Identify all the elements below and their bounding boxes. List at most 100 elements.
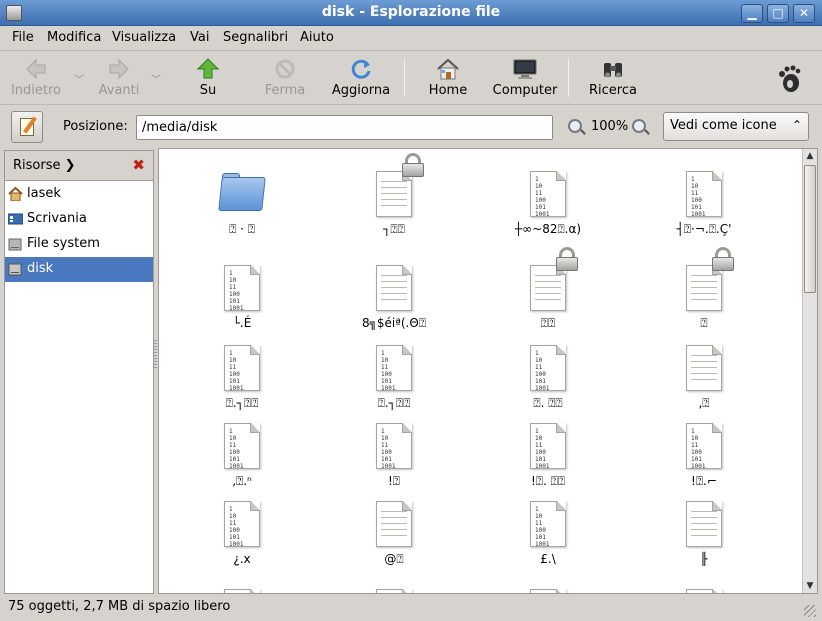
view-mode-value: Vedi come icone (670, 118, 777, 133)
text-file-icon (680, 341, 728, 393)
resize-grip-icon[interactable] (804, 605, 816, 617)
file-name: ┐⍰⍰ (383, 222, 405, 236)
file-name: ⍰ (700, 316, 708, 330)
close-button[interactable]: ✕ (793, 4, 815, 23)
sidebar: Risorse ❯ ✖ lasek Scrivania File system … (4, 150, 154, 594)
file-item[interactable]: 1 10 11 100 101 1001 ⍰. ⍰⍰ (473, 341, 623, 411)
file-item[interactable]: 1 10 11 100 101 1001 !⍰. ⍰⍰ (473, 419, 623, 489)
file-item[interactable]: ⍰ (629, 247, 779, 331)
sidebar-type-select[interactable]: Risorse ❯ (13, 158, 76, 173)
status-text: 75 oggetti, 2,7 MB di spazio libero (8, 599, 231, 614)
toggle-location-entry-button[interactable] (11, 111, 43, 143)
file-icon (218, 585, 266, 593)
text-file-icon (680, 247, 734, 313)
updown-chevron-icon: ⌃ (791, 118, 802, 132)
file-name: £.\ (540, 552, 556, 566)
file-name: ⍰⍰ (540, 316, 556, 330)
menu-vai[interactable]: Vai (190, 30, 209, 45)
text-file-icon (370, 261, 418, 313)
binary-file-icon: 1 10 11 100 101 1001 (680, 419, 728, 471)
file-item[interactable]: 1 10 11 100 101 1001 £.\ (473, 497, 623, 566)
file-item[interactable]: ⍰ · ⍰ (167, 167, 317, 237)
minimize-button[interactable]: ▁ (741, 4, 763, 23)
toolbar-separator (568, 59, 569, 97)
maximize-button[interactable]: □ (767, 4, 789, 23)
view-mode-select[interactable]: Vedi come icone ⌃ (663, 112, 809, 141)
file-name: ¿.x (233, 552, 251, 566)
menu-bar: File Modifica Visualizza Vai Segnalibri … (0, 26, 822, 50)
file-item[interactable]: 1 10 11 100 101 1001 ,⍰.ⁿ (167, 419, 317, 489)
file-item[interactable]: ╟ (629, 497, 779, 566)
menu-file[interactable]: File (12, 30, 34, 45)
file-item-partial[interactable] (473, 585, 623, 593)
file-item[interactable]: ⍰⍰ (473, 247, 623, 331)
file-name: !⍰.⌐ (691, 474, 717, 488)
binary-file-icon: 1 10 11 100 101 1001 (524, 497, 572, 549)
text-file-icon (524, 247, 578, 313)
file-item[interactable]: 1 10 11 100 101 1001 └.É (167, 261, 317, 330)
file-item[interactable]: 1 10 11 100 101 1001 ⍰.┐⍰⍰ (167, 341, 317, 411)
menu-segnalibri[interactable]: Segnalibri (223, 30, 288, 45)
scrollbar-thumb[interactable] (804, 165, 816, 293)
file-name: ╟ (700, 552, 708, 566)
lock-icon (556, 247, 578, 271)
menu-aiuto[interactable]: Aiuto (300, 30, 334, 45)
up-arrow-icon (196, 57, 220, 81)
file-item-partial[interactable] (319, 585, 469, 593)
scroll-down-icon[interactable]: ▼ (803, 579, 817, 593)
lock-icon (402, 153, 424, 177)
zoom-out-icon[interactable] (568, 119, 582, 133)
stop-button[interactable]: Ferma (262, 51, 308, 103)
zoom-level[interactable]: 100% (591, 119, 628, 134)
forward-history-chevron-icon[interactable]: ﹀ (151, 71, 161, 86)
binary-file-icon: 1 10 11 100 101 1001 (218, 261, 266, 313)
binoculars-icon (601, 57, 625, 81)
file-item-partial[interactable] (629, 585, 779, 593)
file-name: ,⍰.ⁿ (232, 474, 252, 488)
gnome-foot-icon (776, 65, 802, 93)
pane-splitter-handle[interactable] (154, 340, 157, 370)
location-input[interactable] (136, 115, 553, 140)
file-item[interactable]: ,⍰ (629, 341, 779, 411)
file-item[interactable]: 1 10 11 100 101 1001 ┤⍰·¬.⍰.Ç' (629, 167, 779, 237)
text-file-icon (680, 497, 728, 549)
menu-visualizza[interactable]: Visualizza (112, 30, 176, 45)
file-item[interactable]: 1 10 11 100 101 1001 ⍰.┐⍰⍰ (319, 341, 469, 411)
computer-button[interactable]: Computer (490, 51, 560, 103)
file-item-partial[interactable] (167, 585, 317, 593)
file-item[interactable]: ┐⍰⍰ (319, 153, 469, 237)
desktop-icon (7, 212, 24, 226)
back-history-chevron-icon[interactable]: ﹀ (74, 71, 84, 86)
reload-button[interactable]: Aggiorna (330, 51, 392, 103)
sidebar-item-file-system[interactable]: File system (5, 232, 153, 257)
file-name: ┼∞~82⍰.α) (514, 222, 582, 236)
forward-arrow-icon (107, 57, 131, 81)
up-button[interactable]: Su (188, 51, 228, 103)
file-item[interactable]: 8╗$éiª(.Θ⍰ (319, 261, 469, 331)
scroll-up-icon[interactable]: ▲ (803, 149, 817, 163)
file-icon-view[interactable]: ⍰ · ⍰ ┐⍰⍰ 1 10 11 100 101 1001 ┼∞~82⍰.α) 1 10 11 100… (158, 148, 818, 594)
status-bar: 75 oggetti, 2,7 MB di spazio libero (0, 596, 822, 621)
file-item[interactable]: 1 10 11 100 101 1001 !⍰ (319, 419, 469, 489)
file-item[interactable]: 1 10 11 100 101 1001 !⍰.⌐ (629, 419, 779, 489)
binary-file-icon: 1 10 11 100 101 1001 (218, 419, 266, 471)
home-button[interactable]: Home (426, 51, 470, 103)
close-sidebar-icon[interactable]: ✖ (132, 156, 145, 174)
forward-button[interactable]: Avanti (96, 51, 142, 103)
binary-file-icon: 1 10 11 100 101 1001 (370, 341, 418, 393)
zoom-in-icon[interactable] (632, 119, 646, 133)
file-item[interactable]: 1 10 11 100 101 1001 ┼∞~82⍰.α) (473, 167, 623, 237)
file-name: ┤⍰·¬.⍰.Ç' (676, 222, 732, 236)
text-file-icon (370, 153, 424, 219)
menu-modifica[interactable]: Modifica (47, 30, 101, 45)
sidebar-item-disk[interactable]: disk (5, 257, 153, 282)
back-button[interactable]: Indietro (8, 51, 64, 103)
file-item[interactable]: 1 10 11 100 101 1001 ¿.x (167, 497, 317, 566)
sidebar-item-scrivania[interactable]: Scrivania (5, 207, 153, 232)
text-file-icon (370, 497, 418, 549)
file-icon (524, 585, 572, 593)
sidebar-item-lasek[interactable]: lasek (5, 182, 153, 207)
vertical-scrollbar[interactable]: ▲ ▼ (802, 149, 817, 593)
search-button[interactable]: Ricerca (586, 51, 640, 103)
file-item[interactable]: @⍰ (319, 497, 469, 567)
